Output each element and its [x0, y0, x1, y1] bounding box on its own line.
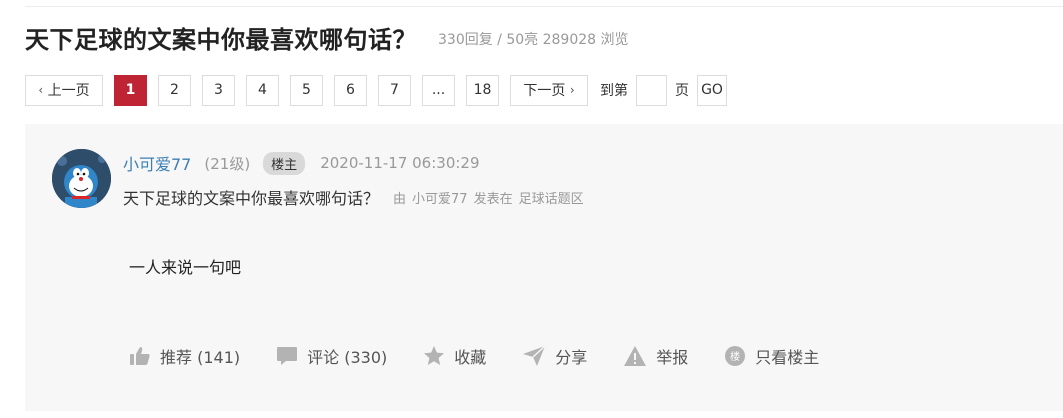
go-button[interactable]: GO: [697, 74, 727, 106]
post-date: 2020-11-17 06:30:29: [320, 154, 480, 172]
author-link[interactable]: 小可爱77: [412, 188, 468, 207]
report-button[interactable]: 举报: [623, 344, 688, 368]
page-18-button[interactable]: 18: [466, 74, 499, 106]
chevron-right-icon: ›: [569, 83, 575, 97]
user-level: (21级): [204, 154, 251, 173]
svg-text:楼: 楼: [730, 350, 740, 363]
page-7-button[interactable]: 7: [378, 74, 411, 106]
forum-link[interactable]: 足球话题区: [519, 188, 584, 207]
post-body: 一人来说一句吧: [129, 258, 242, 277]
owner-badge: 楼主: [263, 151, 306, 175]
comment-icon: [277, 347, 298, 365]
post-actions: 推荐 (141) 评论 (330) 收藏 分享 举报 楼 只看楼主: [129, 343, 855, 369]
thread-stats: 330回复 / 50亮 289028 浏览: [438, 32, 629, 48]
thread-header: 天下足球的文案中你最喜欢哪句话？ 330回复 / 50亮 289028 浏览: [25, 20, 629, 54]
doraemon-avatar-icon: [52, 149, 111, 208]
page-5-button[interactable]: 5: [290, 74, 323, 106]
page-number-input[interactable]: [636, 74, 667, 106]
page-4-button[interactable]: 4: [246, 74, 279, 106]
thread-title: 天下足球的文案中你最喜欢哪句话？: [25, 25, 417, 54]
share-button[interactable]: 分享: [522, 344, 587, 368]
comment-button[interactable]: 评论 (330): [276, 344, 387, 368]
page-6-button[interactable]: 6: [334, 74, 367, 106]
goto-suffix: 页: [675, 83, 689, 99]
by-label: 由: [393, 191, 407, 207]
page-ellipsis: ...: [422, 74, 455, 106]
post-card: 小可爱77 (21级) 楼主 2020-11-17 06:30:29 天下足球的…: [25, 124, 1063, 411]
post-subline: 天下足球的文案中你最喜欢哪句话？ 由 小可爱77 发表在 足球话题区: [123, 186, 584, 208]
warning-icon: [624, 346, 647, 366]
username-link[interactable]: 小可爱77: [123, 151, 191, 175]
page-3-button[interactable]: 3: [202, 74, 235, 106]
recommend-button[interactable]: 推荐 (141): [129, 344, 240, 368]
pagination: ‹ 上一页 1 2 3 4 5 6 7 ... 18 下一页 › 到第 页 GO: [25, 74, 727, 106]
next-page-button[interactable]: 下一页 ›: [510, 74, 588, 106]
share-send-icon: [523, 345, 546, 366]
goto-label: 到第: [600, 83, 628, 99]
owner-only-button[interactable]: 楼 只看楼主: [724, 344, 819, 368]
top-divider: [25, 6, 1063, 7]
chevron-left-icon: ‹: [38, 83, 44, 97]
page-1-button[interactable]: 1: [114, 74, 147, 106]
avatar[interactable]: [52, 149, 111, 208]
page-2-button[interactable]: 2: [158, 74, 191, 106]
posted-in-label: 发表在: [473, 191, 513, 207]
favorite-button[interactable]: 收藏: [423, 344, 486, 368]
floor-owner-icon: 楼: [725, 346, 746, 366]
post-meta: 小可爱77 (21级) 楼主 2020-11-17 06:30:29: [123, 151, 480, 175]
prev-page-button[interactable]: ‹ 上一页: [25, 74, 103, 106]
thumbs-up-icon: [130, 347, 150, 365]
post-title: 天下足球的文案中你最喜欢哪句话？: [123, 189, 380, 208]
star-icon: [424, 346, 445, 365]
